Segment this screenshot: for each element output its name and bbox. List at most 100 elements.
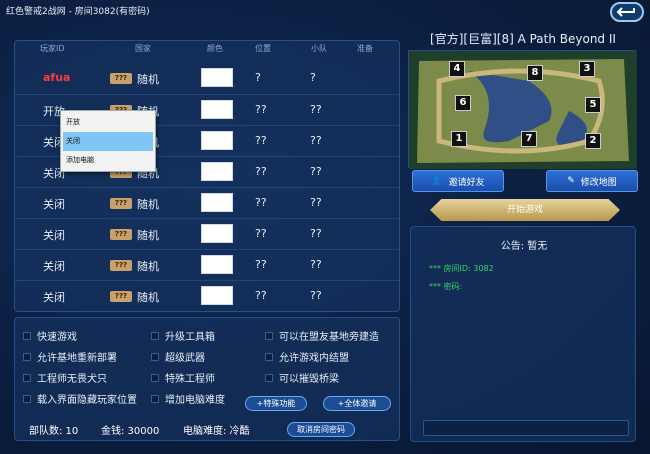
checkbox-box[interactable] — [23, 394, 31, 403]
player-row[interactable]: 关闭 ??? 随机 ?? ?? — [15, 187, 399, 217]
country-select[interactable]: 随机 — [137, 227, 159, 243]
map-preview[interactable]: 4 8 3 6 5 1 7 2 — [408, 50, 637, 169]
color-swatch[interactable] — [201, 286, 233, 305]
checkbox-box[interactable] — [151, 331, 159, 340]
menu-item-add-computer[interactable]: 添加电脑 — [63, 151, 153, 170]
option-checkbox[interactable]: 可以在盟友基地旁建造 — [265, 328, 379, 343]
country-flag-icon: ??? — [110, 198, 132, 209]
player-row[interactable]: 关闭 ??? 随机 ?? ?? — [15, 280, 399, 310]
menu-item-close[interactable]: 关闭 — [63, 132, 153, 151]
option-checkbox[interactable]: 快速游戏 — [23, 328, 77, 343]
unit-count: 部队数: 10 — [29, 426, 79, 437]
header-player-id: 玩家ID — [40, 44, 65, 53]
checkbox-box[interactable] — [151, 394, 159, 403]
team-select[interactable]: ? — [310, 71, 316, 84]
position-select[interactable]: ?? — [255, 103, 267, 116]
invite-friends-button[interactable]: 👤 邀请好友 — [412, 170, 504, 192]
option-checkbox[interactable]: 允许游戏内结盟 — [265, 349, 349, 364]
country-select[interactable]: 随机 — [137, 289, 159, 305]
player-row[interactable]: afua ??? 随机 ? ? — [15, 63, 399, 93]
option-checkbox[interactable]: 升级工具箱 — [151, 328, 215, 343]
map-start-slot[interactable]: 7 — [521, 131, 537, 147]
color-swatch[interactable] — [201, 131, 233, 150]
position-select[interactable]: ?? — [255, 165, 267, 178]
option-checkbox[interactable]: 可以摧毁桥梁 — [265, 370, 339, 385]
color-swatch[interactable] — [201, 255, 233, 274]
position-select[interactable]: ?? — [255, 227, 267, 240]
option-checkbox[interactable]: 允许基地重新部署 — [23, 349, 117, 364]
option-label: 可以摧毁桥梁 — [279, 374, 339, 385]
player-id[interactable]: 关闭 — [43, 258, 65, 274]
color-swatch[interactable] — [201, 68, 233, 87]
back-button[interactable] — [610, 2, 644, 22]
color-swatch[interactable] — [201, 193, 233, 212]
team-select[interactable]: ?? — [310, 165, 322, 178]
player-id[interactable]: 关闭 — [43, 227, 65, 243]
chat-input[interactable] — [423, 420, 629, 436]
checkbox-box[interactable] — [23, 373, 31, 382]
option-label: 升级工具箱 — [165, 332, 215, 343]
team-select[interactable]: ?? — [310, 289, 322, 302]
option-checkbox[interactable]: 增加电脑难度 — [151, 391, 225, 406]
option-checkbox[interactable]: 工程师无畏犬只 — [23, 370, 107, 385]
special-feature-button[interactable]: +特殊功能 — [245, 396, 307, 411]
player-id[interactable]: afua — [43, 71, 70, 84]
option-label: 载入界面隐藏玩家位置 — [37, 395, 137, 406]
money: 金钱: 30000 — [101, 426, 160, 437]
color-swatch[interactable] — [201, 224, 233, 243]
option-label: 可以在盟友基地旁建造 — [279, 332, 379, 343]
position-select[interactable]: ?? — [255, 134, 267, 147]
team-select[interactable]: ?? — [310, 134, 322, 147]
checkbox-box[interactable] — [265, 352, 273, 361]
option-label: 超级武器 — [165, 353, 205, 364]
player-id[interactable]: 关闭 — [43, 289, 65, 305]
game-settings-panel: 快速游戏允许基地重新部署 工程师无畏犬只载入界面隐藏玩家位置 升级工具箱超级武器特殊… — [14, 317, 400, 441]
modify-map-button[interactable]: ✎ 修改地图 — [546, 170, 638, 192]
position-select[interactable]: ?? — [255, 289, 267, 302]
map-start-slot[interactable]: 6 — [455, 95, 471, 111]
map-start-slot[interactable]: 2 — [585, 133, 601, 149]
map-start-slot[interactable]: 8 — [527, 65, 543, 81]
position-select[interactable]: ?? — [255, 196, 267, 209]
checkbox-box[interactable] — [23, 352, 31, 361]
slot-context-menu: 开放 关闭 添加电脑 — [60, 110, 156, 172]
country-select[interactable]: 随机 — [137, 196, 159, 212]
country-flag-icon: ??? — [110, 229, 132, 240]
cancel-password-button[interactable]: 取消房间密码 — [287, 422, 355, 437]
team-select[interactable]: ?? — [310, 258, 322, 271]
checkbox-box[interactable] — [265, 331, 273, 340]
player-id[interactable]: 关闭 — [43, 196, 65, 212]
position-select[interactable]: ?? — [255, 258, 267, 271]
team-select[interactable]: ?? — [310, 227, 322, 240]
checkbox-box[interactable] — [151, 373, 159, 382]
map-start-slot[interactable]: 3 — [579, 61, 595, 77]
checkbox-box[interactable] — [23, 331, 31, 340]
start-game-button[interactable]: 开始游戏 — [430, 199, 620, 221]
country-flag-icon: ??? — [110, 73, 132, 84]
country-select[interactable]: 随机 — [137, 258, 159, 274]
checkbox-box[interactable] — [265, 373, 273, 382]
map-start-slot[interactable]: 5 — [585, 97, 601, 113]
team-select[interactable]: ?? — [310, 103, 322, 116]
header-country: 国家 — [135, 44, 151, 53]
option-checkbox[interactable]: 载入界面隐藏玩家位置 — [23, 391, 137, 406]
option-checkbox[interactable]: 特殊工程师 — [151, 370, 215, 385]
team-select[interactable]: ?? — [310, 196, 322, 209]
option-checkbox[interactable]: 超级武器 — [151, 349, 205, 364]
password-text: *** 密码: — [429, 282, 463, 291]
checkbox-box[interactable] — [151, 352, 159, 361]
player-row[interactable]: 关闭 ??? 随机 ?? ?? — [15, 249, 399, 279]
map-start-slot[interactable]: 4 — [449, 61, 465, 77]
map-start-slot[interactable]: 1 — [451, 131, 467, 147]
edit-icon: ✎ — [567, 176, 575, 186]
menu-item-open[interactable]: 开放 — [63, 113, 153, 132]
invite-all-button[interactable]: +全体邀请 — [323, 396, 391, 411]
country-select[interactable]: 随机 — [137, 71, 159, 87]
announcement-title: 公告: 暂无 — [500, 241, 548, 252]
option-label: 特殊工程师 — [165, 374, 215, 385]
position-select[interactable]: ? — [255, 71, 261, 84]
color-swatch[interactable] — [201, 162, 233, 181]
color-swatch[interactable] — [201, 100, 233, 119]
player-row[interactable]: 关闭 ??? 随机 ?? ?? — [15, 218, 399, 248]
user-icon: 👤 — [431, 176, 443, 186]
